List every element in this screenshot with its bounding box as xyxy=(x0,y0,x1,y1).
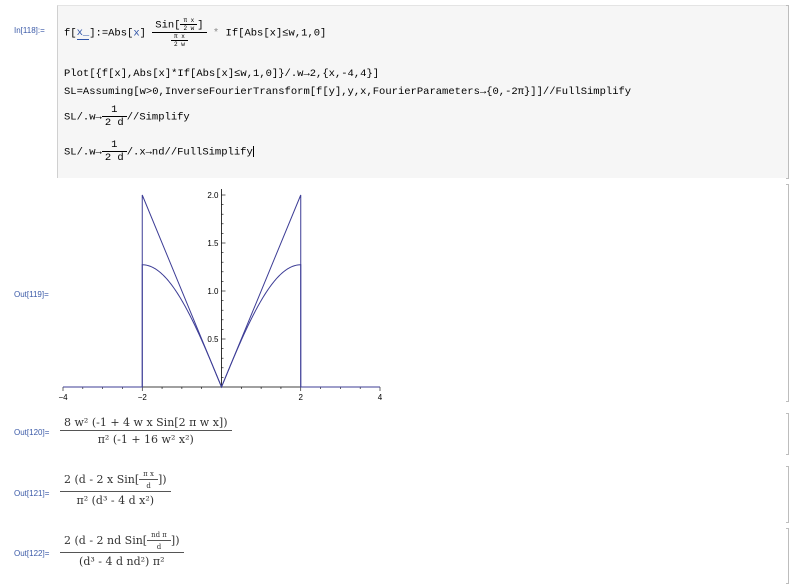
code-text: /.x→nd//FullSimplify xyxy=(126,146,253,159)
input-label: In[118]:= xyxy=(14,26,45,35)
input-line-transform[interactable]: SL=Assuming[w>0,InverseFourierTransform[… xyxy=(64,86,631,98)
output-label-122: Out[122]= xyxy=(14,549,50,558)
x-tick-label: 4 xyxy=(378,393,383,402)
times-op: * xyxy=(212,27,220,40)
code-text: //Simplify xyxy=(126,111,190,124)
result-122-inner-num: nd π xyxy=(147,531,171,541)
result-122[interactable]: 2 (d - 2 nd Sin[nd π d]) (d³ - 4 d nd²) π… xyxy=(60,531,184,568)
y-tick-label: 0.5 xyxy=(207,335,219,344)
result-120-numerator: 8 w² (-1 + 4 w x Sin[2 π w x]) xyxy=(60,416,232,431)
result-120-denominator: π² (-1 + 16 w² x²) xyxy=(97,433,194,446)
output-label-121: Out[121]= xyxy=(14,489,50,498)
y-tick-label: 2.0 xyxy=(207,191,219,200)
sinc-fraction: Sin[π x2 w] π x2 w xyxy=(152,17,207,48)
code-text: ]:=Abs[ xyxy=(89,27,134,40)
code-text: //FullSimplify xyxy=(542,86,632,98)
code-text: SL/.w→ xyxy=(64,146,102,159)
result-122-num-a: 2 (d - 2 nd Sin[ xyxy=(64,534,148,547)
result-121-inner-num: π x xyxy=(139,470,158,480)
sin-arg-den: 2 w xyxy=(183,25,195,32)
text-cursor xyxy=(252,146,254,157)
y-tick-label: 1.0 xyxy=(207,287,219,296)
result-122-inner-den: d xyxy=(156,543,162,551)
input-line-fullsimplify[interactable]: SL/.w→ 1 2 d/.x→nd//FullSimplify xyxy=(64,139,254,164)
code-text: ] xyxy=(139,27,146,40)
result-121-denominator: π² (d³ - 4 d x²) xyxy=(76,494,155,507)
code-text: SL=Assuming[w>0,InverseFourierTransform[… xyxy=(64,86,543,98)
input-line-definition[interactable]: f[x_]:=Abs[x] Sin[π x2 w] π x2 w * If[Ab… xyxy=(64,17,326,48)
den-num: π x xyxy=(171,33,188,41)
frac-den: 2 d xyxy=(104,117,124,129)
frac-num: 1 xyxy=(101,139,127,152)
sin-arg-num: π x xyxy=(180,17,198,25)
frac-num: 1 xyxy=(101,104,127,117)
x-tick-label: −4 xyxy=(58,393,68,402)
result-122-denominator: (d³ - 4 d nd²) π² xyxy=(79,555,165,568)
output-label-120: Out[120]= xyxy=(14,428,50,437)
output-label-119: Out[119]= xyxy=(14,290,49,299)
code-text: f[ xyxy=(64,27,77,40)
y-tick-label: 1.5 xyxy=(207,239,219,248)
result-121-num-a: 2 (d - 2 x Sin[ xyxy=(64,473,140,486)
code-text: SL/.w→ xyxy=(64,111,102,124)
pattern-arg: x_ xyxy=(76,27,90,41)
sin-fn: Sin xyxy=(155,19,175,32)
result-121-inner-den: d xyxy=(146,482,151,490)
den-den: 2 w xyxy=(174,41,185,48)
result-122-num-b: ]) xyxy=(170,534,180,547)
if-expr: If[Abs[x]≤w,1,0] xyxy=(225,27,327,40)
result-121[interactable]: 2 (d - 2 x Sin[π x d]) π² (d³ - 4 d x²) xyxy=(60,470,171,507)
plot-output[interactable]: −4 −2 2 4 0.5 1.0 1.5 2.0 xyxy=(55,183,395,403)
input-line-plot[interactable]: Plot[{f[x],Abs[x]*If[Abs[x]≤w,1,0]}/.w→2… xyxy=(64,68,379,80)
input-line-simplify[interactable]: SL/.w→ 1 2 d//Simplify xyxy=(64,104,190,129)
x-tick-label: 2 xyxy=(299,393,304,402)
frac-den: 2 d xyxy=(104,152,124,164)
x-tick-label: −2 xyxy=(138,393,148,402)
result-120[interactable]: 8 w² (-1 + 4 w x Sin[2 π w x]) π² (-1 + 1… xyxy=(60,416,232,446)
result-121-num-b: ]) xyxy=(157,473,167,486)
